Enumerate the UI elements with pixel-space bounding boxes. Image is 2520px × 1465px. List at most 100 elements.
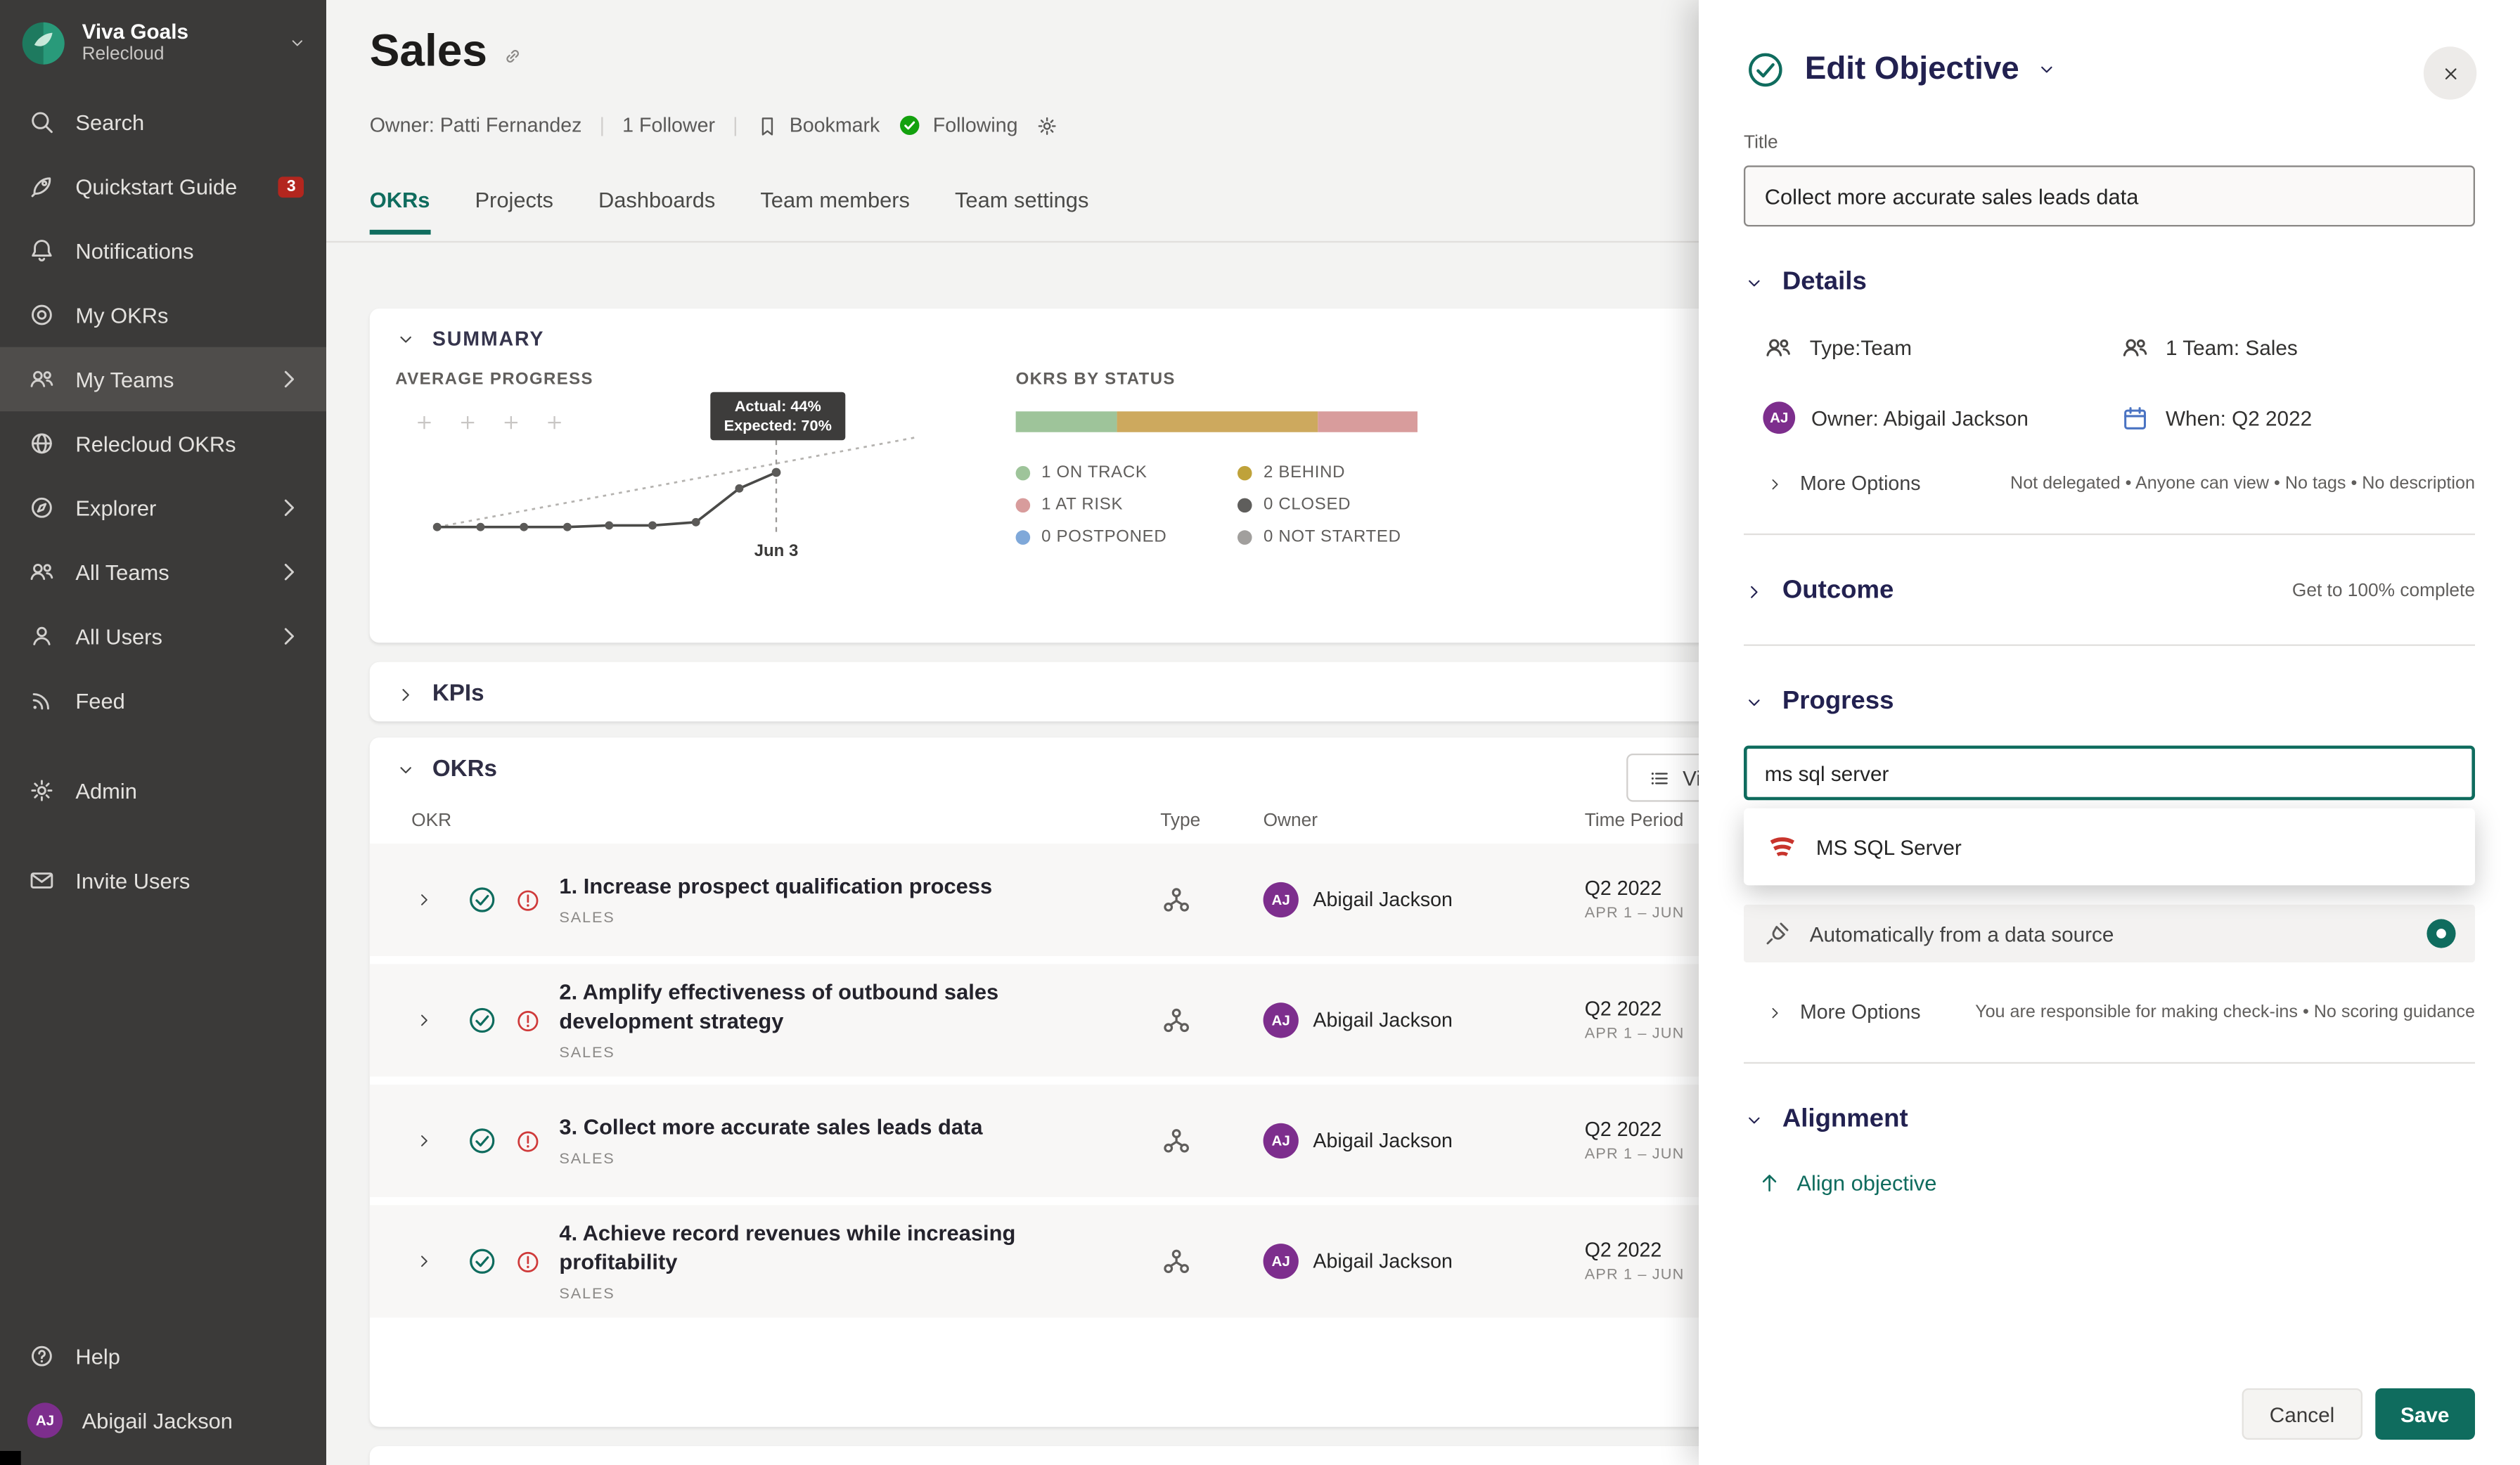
sidebar-item-relecloud-okrs[interactable]: Relecloud OKRs [0, 411, 326, 475]
followers-label[interactable]: 1 Follower [622, 114, 715, 136]
okr-title-text[interactable]: Collect more accurate sales leads data [584, 1116, 983, 1140]
expand-chevron-icon[interactable] [415, 1011, 434, 1030]
copy-link-icon[interactable] [502, 45, 525, 67]
detail-owner[interactable]: AJ Owner: Abigail Jackson [1763, 401, 2119, 434]
sidebar-item-my-okrs[interactable]: My OKRs [0, 283, 326, 347]
okr-title-text[interactable]: Amplify effectiveness of outbound sales … [559, 981, 998, 1033]
sidebar-item-help[interactable]: Help [0, 1324, 326, 1388]
objective-icon [466, 884, 499, 916]
okr-row-1[interactable]: 1. Increase prospect qualification proce… [370, 844, 1784, 956]
team-type-icon [1160, 1125, 1192, 1157]
tooltip-expected: Expected: 70% [724, 417, 832, 434]
close-button[interactable] [2424, 46, 2476, 99]
sidebar-item-feed[interactable]: Feed [0, 669, 326, 732]
outcome-heading: Outcome [1782, 577, 1894, 606]
next-section-card [370, 1446, 1784, 1465]
collapse-chevron-icon[interactable] [395, 759, 416, 780]
sidebar-item-label: Feed [75, 688, 124, 712]
expand-chevron-icon[interactable] [415, 1252, 434, 1271]
okr-row-3[interactable]: 3. Collect more accurate sales leads dat… [370, 1085, 1784, 1197]
sidebar-item-all-users[interactable]: All Users [0, 604, 326, 668]
sidebar-item-all-teams[interactable]: All Teams [0, 540, 326, 604]
tab-okrs[interactable]: OKRs [370, 188, 430, 234]
align-objective-link[interactable]: Align objective [1756, 1170, 2475, 1196]
gear-icon[interactable] [1036, 113, 1060, 137]
collapse-chevron-icon[interactable] [1744, 1109, 1765, 1130]
sidebar-item-label: Invite Users [75, 868, 190, 892]
data-source-search-input[interactable] [1744, 746, 2475, 801]
collapse-chevron-icon[interactable] [1744, 692, 1765, 713]
detail-owner-label: Owner: Abigail Jackson [1811, 406, 2029, 430]
auto-data-source-radio-selected[interactable] [2426, 919, 2455, 948]
gear-icon [27, 776, 56, 805]
person-icon [27, 622, 56, 651]
sidebar-nav: SearchQuickstart Guide3Notifications My O… [0, 84, 326, 1324]
collapse-chevron-icon[interactable] [395, 328, 416, 349]
detail-when[interactable]: When: Q2 2022 [2119, 401, 2475, 434]
detail-team[interactable]: 1 Team: Sales [2119, 333, 2475, 363]
sidebar-item-label: Admin [75, 778, 136, 802]
result-ms-sql-server[interactable]: MS SQL Server [1744, 816, 2475, 877]
details-heading: Details [1782, 269, 1867, 297]
calendar-icon [2119, 403, 2149, 433]
cancel-button[interactable]: Cancel [2242, 1388, 2362, 1440]
sidebar-item-abigail-jackson[interactable]: AJAbigail Jackson [0, 1388, 326, 1452]
sidebar-footer: HelpAJAbigail Jackson [0, 1324, 326, 1465]
sidebar-item-search[interactable]: Search [0, 90, 326, 154]
tab-dashboards[interactable]: Dashboards [598, 188, 715, 234]
edit-objective-panel: Edit Objective Title Details Type:Team 1… [1699, 0, 2520, 1465]
column-okr: OKR [392, 811, 1161, 830]
okr-row-2[interactable]: 2. Amplify effectiveness of outbound sal… [370, 964, 1784, 1076]
okr-table-header: OKR Type Owner Time Period [370, 799, 1784, 844]
okr-owner-cell: AJAbigail Jackson [1264, 1123, 1585, 1159]
status-dot [1016, 497, 1031, 512]
kpis-title: KPIs [432, 681, 484, 707]
chart-tooltip: Actual: 44% Expected: 70% [710, 392, 845, 441]
brand-switcher[interactable]: Viva Goals Relecloud [0, 0, 326, 84]
auto-data-source-row[interactable]: Automatically from a data source [1744, 905, 2475, 962]
expand-chevron-icon[interactable] [415, 1131, 434, 1150]
okr-table: OKR Type Owner Time Period 1. Increase p… [370, 795, 1784, 1317]
tab-projects[interactable]: Projects [475, 188, 553, 234]
people-icon [27, 365, 56, 394]
check-circle-icon [897, 112, 923, 138]
collapse-chevron-icon[interactable] [1744, 272, 1765, 293]
okrs-by-status-block: OKRS BY STATUS 1 ON TRACK1 AT RISK0 POST… [1016, 370, 1418, 587]
tab-team-members[interactable]: Team members [760, 188, 910, 234]
okr-team-tag: SALES [559, 1150, 1160, 1168]
bookmark-button[interactable]: Bookmark [756, 113, 880, 137]
rocket-icon [27, 172, 56, 201]
sidebar-item-label: My OKRs [75, 303, 168, 327]
legend-item-0-postponed: 0 POSTPONED [1016, 521, 1183, 553]
expand-chevron-icon[interactable] [395, 684, 416, 705]
following-button[interactable]: Following [897, 112, 1017, 138]
detail-type[interactable]: Type:Team [1763, 333, 2119, 363]
avatar: AJ [1763, 401, 1795, 434]
sidebar-item-quickstart-guide[interactable]: Quickstart Guide3 [0, 154, 326, 218]
objective-title-input[interactable] [1744, 165, 2475, 226]
okr-title-text[interactable]: Achieve record revenues while increasing… [559, 1222, 1015, 1274]
sidebar-item-admin[interactable]: Admin [0, 759, 326, 822]
progress-more-options[interactable]: More Options You are responsible for mak… [1766, 1001, 2475, 1024]
expand-chevron-icon[interactable] [415, 890, 434, 909]
page-meta: Owner: Patti Fernandez | 1 Follower | Bo… [370, 112, 1060, 138]
okr-row-4[interactable]: 4. Achieve record revenues while increas… [370, 1205, 1784, 1317]
sidebar-item-my-teams[interactable]: My Teams [0, 347, 326, 411]
okr-title-text[interactable]: Increase prospect qualification process [584, 875, 992, 898]
status-bar-segment-behind [1116, 411, 1317, 432]
expand-chevron-icon[interactable] [1744, 581, 1765, 602]
chevron-down-icon[interactable] [2037, 60, 2058, 81]
okr-team-tag: SALES [559, 1044, 1160, 1061]
details-more-options[interactable]: More Options Not delegated • Anyone can … [1766, 472, 2475, 495]
globe-icon [27, 429, 56, 458]
save-button[interactable]: Save [2374, 1388, 2475, 1440]
sidebar-item-notifications[interactable]: Notifications [0, 219, 326, 283]
chevron-right-icon [275, 493, 304, 522]
owner-label: Owner: Patti Fernandez [370, 114, 582, 136]
okr-title: 2. Amplify effectiveness of outbound sal… [559, 979, 1160, 1035]
average-progress-label: AVERAGE PROGRESS [395, 370, 974, 389]
sidebar-item-invite-users[interactable]: Invite Users [0, 848, 326, 912]
owner-name: Abigail Jackson [1313, 1009, 1453, 1031]
tab-team-settings[interactable]: Team settings [955, 188, 1088, 234]
sidebar-item-explorer[interactable]: Explorer [0, 476, 326, 540]
